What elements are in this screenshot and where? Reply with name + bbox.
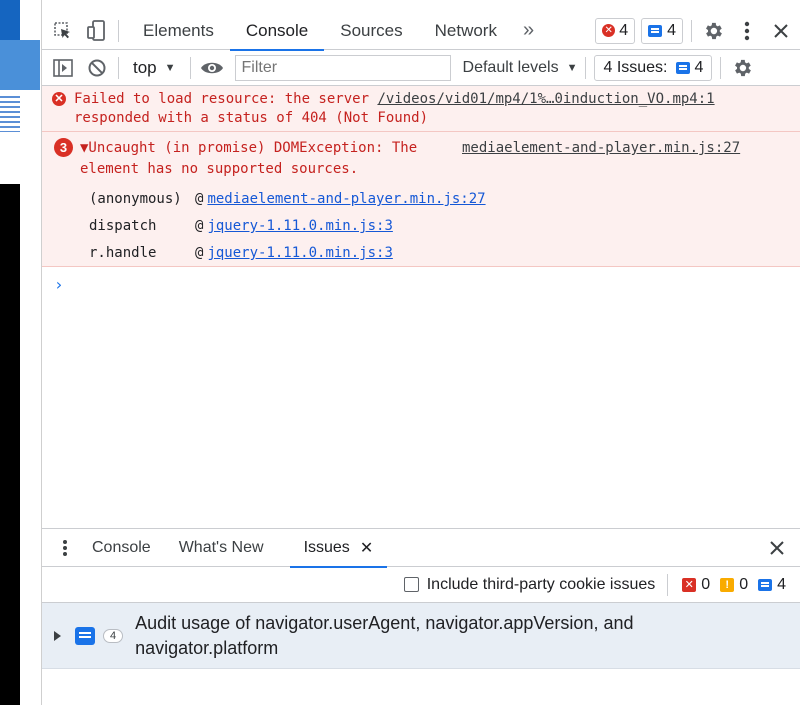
- issue-warning-count: ! 0: [720, 576, 748, 594]
- tab-network[interactable]: Network: [419, 12, 513, 50]
- drawer-tab-whats-new[interactable]: What's New: [165, 529, 278, 567]
- more-tabs-button[interactable]: »: [513, 19, 544, 42]
- drawer-tab-issues[interactable]: Issues ✕: [289, 529, 388, 568]
- stack-frame-link[interactable]: jquery-1.11.0.min.js:3: [207, 243, 392, 264]
- exception-text-continued: element has no supported sources.: [80, 161, 359, 177]
- issue-error-count: ✕ 0: [682, 576, 710, 594]
- third-party-cookie-checkbox[interactable]: [403, 577, 419, 592]
- issue-message-icon: [75, 626, 95, 645]
- error-source-link[interactable]: /videos/vid01/mp4/1%…0induction_VO.mp4:1: [377, 91, 714, 107]
- toolbar-separator: [667, 573, 669, 596]
- devtools-tabbar: Elements Console Sources Network » ✕ 4 4: [42, 12, 800, 51]
- tab-elements[interactable]: Elements: [127, 12, 230, 50]
- message-count-badge[interactable]: 4: [641, 17, 683, 44]
- issues-message-icon: [675, 61, 690, 74]
- expand-triangle-icon[interactable]: [54, 630, 61, 641]
- message-icon: [648, 24, 663, 37]
- error-icon: ✕: [602, 24, 616, 37]
- error-text: Failed to load resource: the server: [74, 91, 378, 107]
- issues-button[interactable]: 4 Issues: 4: [594, 54, 713, 81]
- drawer-tab-console[interactable]: Console: [78, 529, 165, 567]
- drawer-menu-kebab-icon[interactable]: [52, 535, 78, 561]
- more-options-kebab-icon[interactable]: [734, 18, 760, 44]
- issue-info-count-value: 4: [777, 575, 786, 593]
- clear-console-icon[interactable]: [84, 55, 110, 81]
- inspect-element-icon[interactable]: [50, 18, 76, 44]
- issue-count-pill: 4: [103, 628, 124, 643]
- drawer-tabbar: Console What's New Issues ✕: [42, 529, 800, 568]
- toolbar-separator: [691, 19, 692, 42]
- issue-row[interactable]: 4 Audit usage of navigator.userAgent, na…: [42, 603, 800, 669]
- console-error-message: ✕ Failed to load resource: the server /v…: [42, 86, 800, 132]
- page-video-area: [0, 184, 20, 705]
- issues-filter-bar: Include third-party cookie issues ✕ 0 ! …: [42, 567, 800, 603]
- close-drawer-icon[interactable]: [764, 535, 790, 561]
- devtools-drawer: Console What's New Issues ✕ Include thir…: [42, 528, 800, 705]
- repeat-count-badge: 3: [54, 138, 73, 157]
- toolbar-separator: [720, 56, 722, 79]
- error-text-continued: responded with a status of 404 (Not Foun…: [74, 110, 429, 126]
- stack-frame: (anonymous) @ mediaelement-and-player.mi…: [80, 186, 800, 213]
- toolbar-separator: [189, 56, 191, 79]
- exception-source-link[interactable]: mediaelement-and-player.min.js:27: [462, 138, 740, 159]
- page-menu-lines: [0, 96, 20, 132]
- warning-square-icon: !: [720, 577, 735, 592]
- stack-frame-link[interactable]: jquery-1.11.0.min.js:3: [207, 216, 392, 237]
- console-toolbar: top ▼ Default levels ▼ 4 Issues: 4: [42, 50, 800, 86]
- context-label: top: [133, 57, 157, 77]
- toolbar-separator: [118, 56, 119, 79]
- toggle-sidebar-icon[interactable]: [50, 55, 76, 81]
- stack-frame-function: dispatch: [89, 218, 157, 234]
- context-selector[interactable]: top ▼: [127, 58, 182, 78]
- dropdown-caret-icon: ▼: [164, 61, 176, 74]
- error-square-icon: ✕: [682, 577, 697, 592]
- error-icon: ✕: [52, 92, 66, 106]
- log-levels-dropdown[interactable]: Default levels ▼: [463, 59, 578, 77]
- stack-trace: (anonymous) @ mediaelement-and-player.mi…: [80, 186, 800, 267]
- issue-warning-count-value: 0: [739, 575, 749, 593]
- log-levels-label: Default levels: [462, 58, 559, 76]
- stack-frame: dispatch @ jquery-1.11.0.min.js:3: [80, 213, 800, 240]
- issue-error-count-value: 0: [701, 575, 711, 593]
- dropdown-caret-icon: ▼: [566, 61, 578, 74]
- stack-frame-at: @: [195, 218, 204, 234]
- page-banner-block: [0, 40, 40, 90]
- stack-frame-link[interactable]: mediaelement-and-player.min.js:27: [207, 189, 485, 210]
- error-count: 4: [619, 21, 629, 39]
- stack-frame-at: @: [195, 191, 204, 207]
- close-devtools-icon[interactable]: [768, 18, 794, 44]
- include-cookie-label: Include third-party cookie issues: [426, 575, 656, 593]
- error-count-badge[interactable]: ✕ 4: [595, 17, 636, 44]
- device-toolbar-icon[interactable]: [84, 18, 110, 44]
- page-background-strip: [0, 0, 42, 705]
- console-settings-gear-icon[interactable]: [729, 55, 755, 81]
- issue-title: Audit usage of navigator.userAgent, navi…: [135, 612, 634, 658]
- filter-input[interactable]: [234, 54, 451, 81]
- console-prompt[interactable]: ›: [42, 267, 800, 294]
- stack-frame-function: (anonymous): [89, 191, 182, 207]
- issues-count: 4: [694, 58, 704, 76]
- stack-frame: r.handle @ jquery-1.11.0.min.js:3: [80, 240, 800, 267]
- message-count: 4: [667, 21, 676, 39]
- issue-info-count: 4: [758, 576, 786, 594]
- info-message-icon: [758, 578, 773, 591]
- tab-sources[interactable]: Sources: [324, 12, 418, 50]
- settings-gear-icon[interactable]: [700, 18, 726, 44]
- close-tab-icon[interactable]: ✕: [360, 538, 373, 558]
- page-header-block: [0, 0, 20, 40]
- toolbar-separator: [585, 56, 587, 79]
- stack-frame-function: r.handle: [89, 245, 157, 261]
- issues-label: 4 Issues:: [603, 58, 668, 76]
- live-expression-eye-icon[interactable]: [199, 55, 225, 81]
- stack-frame-at: @: [195, 245, 204, 261]
- drawer-tab-issues-label: Issues: [303, 538, 350, 556]
- tab-console[interactable]: Console: [229, 12, 325, 51]
- toolbar-separator: [118, 19, 119, 42]
- console-exception-message: 3 ▼Uncaught (in promise) DOMException: T…: [42, 132, 800, 267]
- devtools-panel: Elements Console Sources Network » ✕ 4 4: [42, 12, 800, 705]
